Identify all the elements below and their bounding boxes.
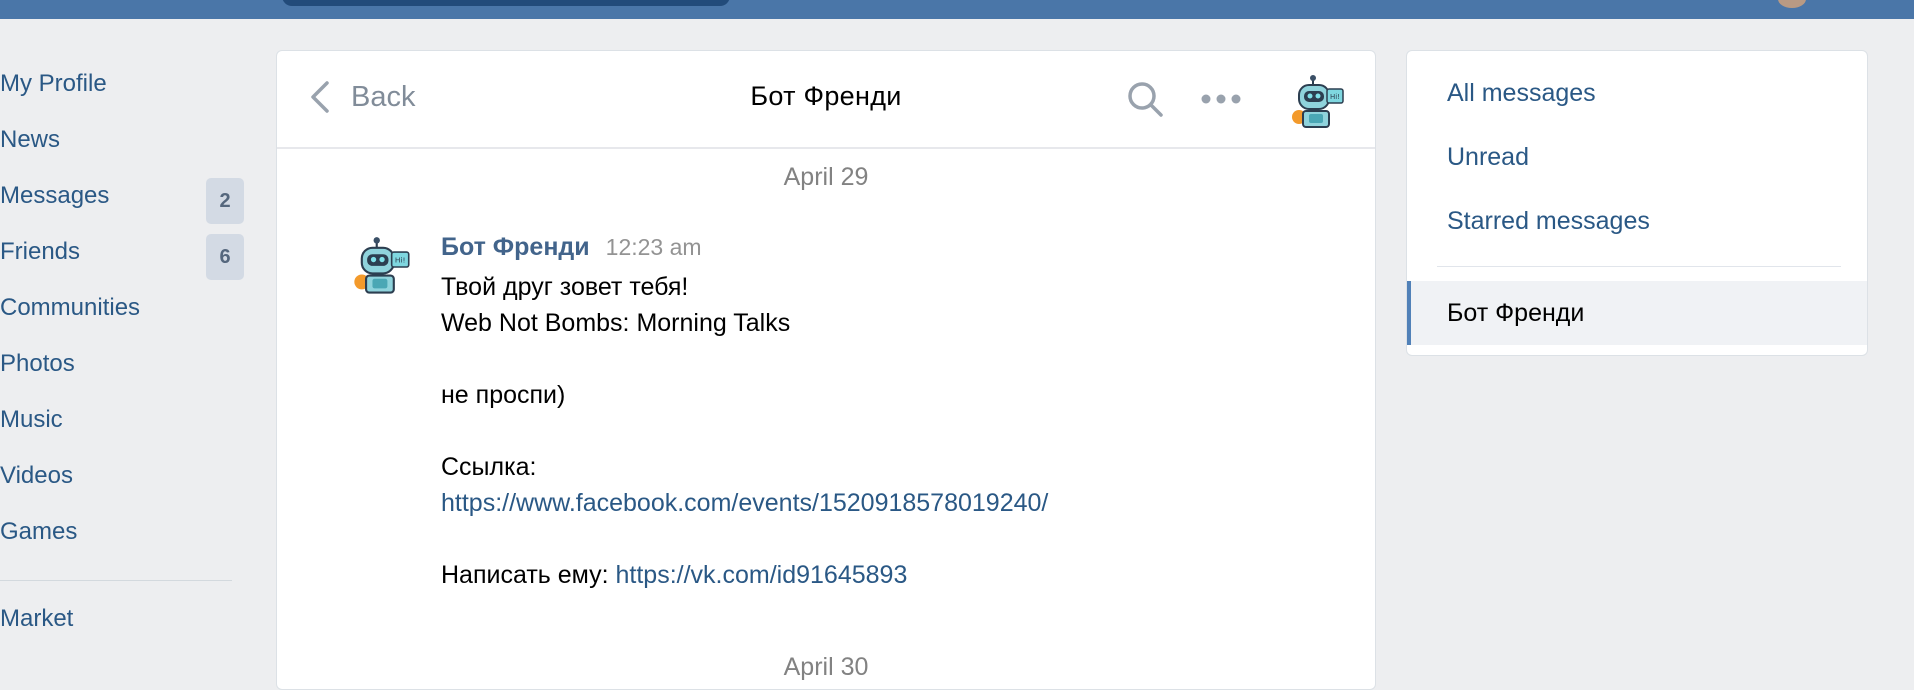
event-link[interactable]: https://www.facebook.com/events/15209185…	[441, 489, 1048, 517]
write-prefix: Написать ему:	[441, 561, 616, 589]
nav-messages[interactable]: Messages 2	[0, 168, 250, 224]
profile-link[interactable]: https://vk.com/id91645893	[616, 561, 908, 589]
left-navigation: My Profile News Messages 2 Friends 6 Com…	[0, 56, 250, 639]
message-line: Написать ему: https://vk.com/id91645893	[441, 557, 1341, 593]
nav-label: My Profile	[0, 70, 107, 97]
nav-videos[interactable]: Videos	[0, 448, 250, 504]
message-line: Ссылка:	[441, 453, 537, 481]
message-time: 12:23 am	[605, 234, 702, 260]
top-header-bar	[0, 0, 1914, 19]
header-search-field[interactable]	[282, 0, 730, 6]
date-separator: April 30	[783, 653, 869, 681]
filter-divider	[1437, 266, 1841, 267]
message-body: Твой друг зовет тебя! Web Not Bombs: Mor…	[441, 269, 1341, 593]
nav-communities[interactable]: Communities	[0, 280, 250, 336]
chat-header: Back Бот Френди Hi!	[277, 51, 1375, 149]
date-separator: April 29	[783, 163, 869, 191]
nav-photos[interactable]: Photos	[0, 336, 250, 392]
filter-all-messages[interactable]: All messages	[1447, 79, 1596, 108]
nav-label: Games	[0, 518, 78, 545]
nav-music[interactable]: Music	[0, 392, 250, 448]
active-conversation-label: Бот Френди	[1447, 298, 1585, 327]
nav-label: Photos	[0, 350, 75, 377]
message-line: Web Not Bombs: Morning Talks	[441, 309, 791, 337]
messages-count-badge: 2	[206, 178, 244, 224]
nav-label: Messages	[0, 182, 110, 209]
user-avatar[interactable]	[1778, 0, 1806, 8]
nav-divider	[0, 580, 232, 581]
nav-market[interactable]: Market	[0, 599, 250, 639]
nav-games[interactable]: Games	[0, 504, 250, 560]
nav-news[interactable]: News	[0, 112, 250, 168]
nav-label: News	[0, 126, 61, 153]
more-dots-icon[interactable]	[1199, 91, 1243, 107]
filter-starred[interactable]: Starred messages	[1447, 207, 1650, 236]
search-icon[interactable]	[1125, 79, 1165, 119]
active-conversation[interactable]: Бот Френди	[1407, 281, 1867, 345]
nav-label: Videos	[0, 462, 73, 489]
message-author[interactable]: Бот Френди	[441, 233, 590, 262]
message-line: Твой друг зовет тебя!	[441, 273, 689, 301]
svg-text:Hi!: Hi!	[395, 256, 406, 265]
nav-label: Friends	[0, 238, 81, 265]
message-header: Бот Френди 12:23 am	[441, 233, 702, 262]
svg-text:Hi!: Hi!	[1330, 93, 1340, 101]
nav-label: Communities	[0, 294, 141, 321]
robot-avatar-icon[interactable]: Hi!	[1287, 73, 1347, 133]
nav-label: Market	[0, 605, 74, 632]
chat-panel: Back Бот Френди Hi! April 29 Hi! Бот Фре…	[276, 50, 1376, 690]
nav-my-profile[interactable]: My Profile	[0, 56, 250, 112]
nav-friends[interactable]: Friends 6	[0, 224, 250, 280]
message-line: не проспи)	[441, 381, 566, 409]
friends-count-badge: 6	[206, 234, 244, 280]
robot-avatar-icon[interactable]: Hi!	[349, 235, 413, 299]
filter-unread[interactable]: Unread	[1447, 143, 1529, 172]
message-filters-panel: All messages Unread Starred messages Бот…	[1406, 50, 1868, 356]
nav-label: Music	[0, 406, 63, 433]
